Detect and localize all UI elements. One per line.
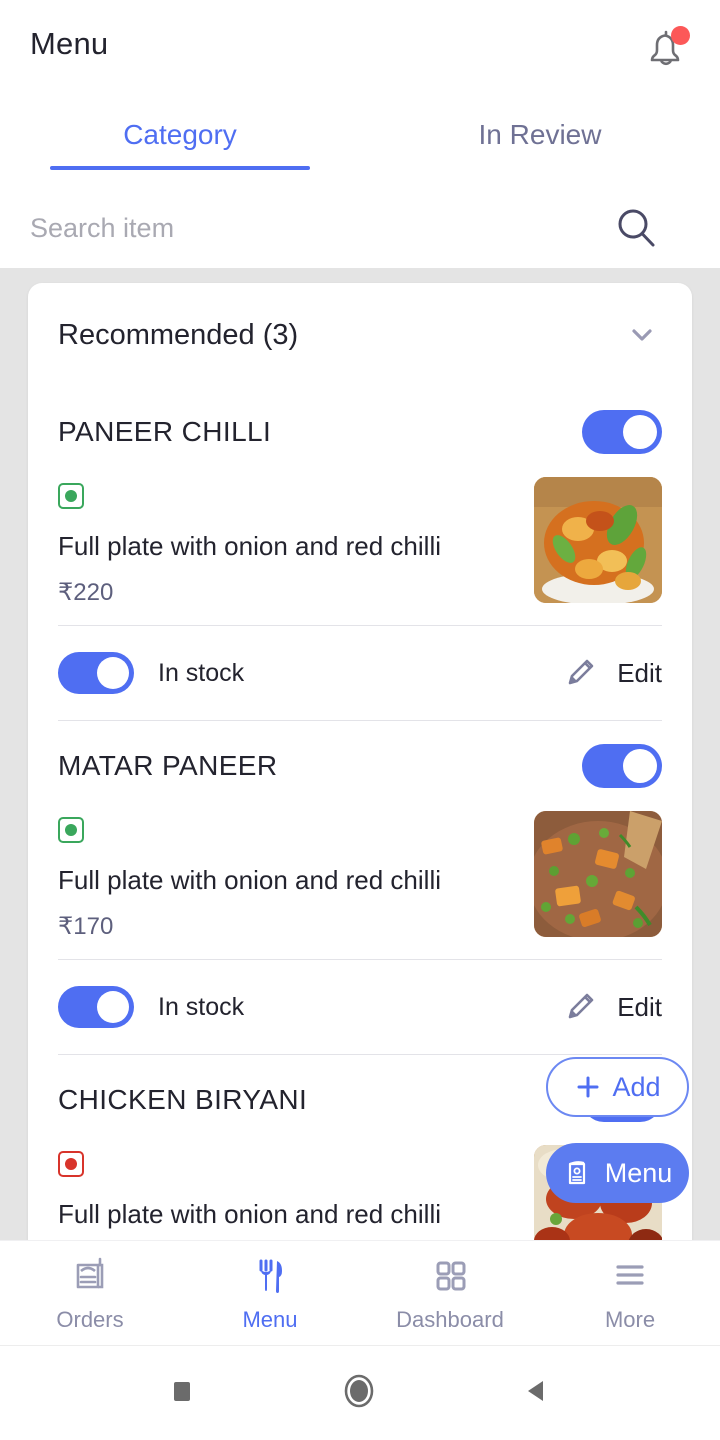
tab-category-label: Category <box>123 119 237 150</box>
menu-item-info: Full plate with onion and red chilli ₹17… <box>58 811 441 941</box>
toggle-knob <box>623 749 657 783</box>
menu-item-footer: In stock Edit <box>58 626 662 720</box>
menu-item-name: MATAR PANEER <box>58 750 278 781</box>
nonveg-indicator-dot <box>65 1158 77 1170</box>
veg-indicator-dot <box>65 490 77 502</box>
matar-paneer-photo <box>534 811 662 937</box>
app-screen: Menu Category In Review Search item Reco… <box>0 0 720 1440</box>
tab-active-indicator <box>50 166 310 170</box>
nav-item-more[interactable]: More <box>540 1241 720 1345</box>
menu-item-thumbnail[interactable] <box>534 811 662 937</box>
search-icon <box>618 209 655 247</box>
home-button[interactable] <box>339 1371 379 1416</box>
add-item-fab[interactable]: Add <box>546 1057 689 1117</box>
menu-item-body: Full plate with onion and red chilli ₹17… <box>58 811 662 959</box>
tab-in-review[interactable]: In Review <box>360 100 720 170</box>
nav-item-menu[interactable]: Menu <box>180 1241 360 1345</box>
menu-item-header: MATAR PANEER <box>58 721 662 811</box>
toggle-knob <box>97 991 129 1023</box>
menu-fab[interactable]: Menu <box>546 1143 689 1203</box>
search-input[interactable] <box>30 188 590 268</box>
nav-label-dashboard: Dashboard <box>396 1307 504 1332</box>
in-stock-label: In stock <box>158 658 245 687</box>
menu-item-price: ₹170 <box>58 913 114 940</box>
menu-item-name: CHICKEN BIRYANI <box>58 1084 308 1115</box>
system-navigation-bar <box>0 1345 720 1440</box>
notification-bell-button[interactable] <box>638 26 694 74</box>
edit-label: Edit <box>617 657 662 688</box>
pencil-icon <box>568 659 594 685</box>
in-stock-label: In stock <box>158 992 245 1021</box>
menu-item-thumbnail[interactable] <box>534 477 662 603</box>
grid-icon <box>436 1261 466 1291</box>
notification-badge-dot <box>671 26 690 45</box>
edit-button[interactable]: Edit <box>563 655 662 691</box>
pencil-icon <box>568 993 594 1019</box>
menu-item: MATAR PANEER Full plate with onion and r… <box>58 721 662 1055</box>
search-bar <box>0 188 720 268</box>
menu-item-header: PANEER CHILLI <box>58 387 662 477</box>
menu-item-enable-toggle[interactable] <box>582 410 662 454</box>
menu-item-price: ₹220 <box>58 579 114 606</box>
hamburger-menu-icon <box>616 1265 644 1285</box>
category-header[interactable]: Recommended (3) <box>58 283 662 387</box>
menu-book-icon <box>568 1161 585 1185</box>
veg-indicator-icon <box>58 817 84 843</box>
in-stock-toggle[interactable] <box>58 652 134 694</box>
menu-item-name: PANEER CHILLI <box>58 416 272 447</box>
category-title: Recommended (3) <box>58 318 299 351</box>
menu-item-enable-toggle[interactable] <box>582 744 662 788</box>
nav-label-menu: Menu <box>242 1307 298 1332</box>
nav-item-dashboard[interactable]: Dashboard <box>360 1241 540 1345</box>
tab-category[interactable]: Category <box>0 100 360 170</box>
nav-item-orders[interactable]: Orders <box>0 1241 180 1345</box>
nonveg-indicator-icon <box>58 1151 84 1177</box>
search-button[interactable] <box>612 204 660 252</box>
tab-bar: Category In Review <box>0 100 720 170</box>
menu-item-description: Full plate with onion and red chilli <box>58 1199 441 1229</box>
paneer-chilli-photo <box>534 477 662 603</box>
nav-label-more: More <box>604 1307 656 1332</box>
stock-control: In stock <box>58 652 244 694</box>
stock-control: In stock <box>58 986 244 1028</box>
menu-item-info: Full plate with onion and red chilli <box>58 1145 441 1230</box>
veg-indicator-dot <box>65 824 77 836</box>
chevron-down-icon <box>632 329 652 341</box>
square-icon <box>174 1381 190 1401</box>
tab-in-review-label: In Review <box>478 119 602 150</box>
menu-item-footer: In stock Edit <box>58 960 662 1054</box>
edit-button[interactable]: Edit <box>563 989 662 1025</box>
menu-item-description: Full plate with onion and red chilli <box>58 531 441 561</box>
plus-icon <box>577 1076 599 1098</box>
menu-item-info: Full plate with onion and red chilli ₹22… <box>58 477 441 607</box>
category-collapse-button[interactable] <box>622 315 662 355</box>
menu-fab-label: Menu <box>604 1157 673 1188</box>
bottom-navigation: Orders Menu Dashboard More <box>0 1240 720 1345</box>
page-title: Menu <box>30 26 109 61</box>
menu-item-body: Full plate with onion and red chilli ₹22… <box>58 477 662 625</box>
toggle-knob <box>97 657 129 689</box>
in-stock-toggle[interactable] <box>58 986 134 1028</box>
nav-label-orders: Orders <box>56 1307 124 1332</box>
receipt-icon <box>76 1257 104 1289</box>
back-button[interactable] <box>519 1373 555 1414</box>
add-fab-label: Add <box>612 1071 661 1102</box>
recents-button[interactable] <box>165 1374 199 1413</box>
menu-item-description: Full plate with onion and red chilli <box>58 865 441 895</box>
edit-label: Edit <box>617 991 662 1022</box>
fork-knife-icon <box>259 1259 282 1293</box>
triangle-left-icon <box>528 1380 543 1401</box>
toggle-knob <box>623 415 657 449</box>
menu-item: PANEER CHILLI Full plate with onion and … <box>58 387 662 721</box>
circle-icon <box>344 1374 374 1407</box>
veg-indicator-icon <box>58 483 84 509</box>
app-bar: Menu <box>0 0 720 92</box>
